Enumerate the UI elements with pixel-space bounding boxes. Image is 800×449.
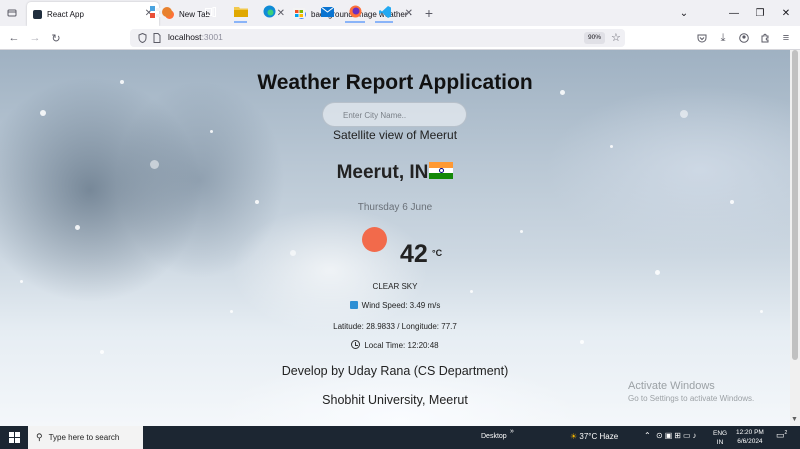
close-tab-icon[interactable]: ✕ xyxy=(405,9,413,19)
language-code: ENG xyxy=(713,430,728,437)
snowflake xyxy=(290,250,296,256)
satellite-view-link[interactable]: Satellite view of Meerut xyxy=(0,128,790,142)
haze-weather-icon: ☀ xyxy=(570,432,578,441)
firefox-running-indicator xyxy=(345,21,365,23)
snowflake xyxy=(680,110,688,118)
desktop-label[interactable]: Desktop xyxy=(481,433,507,440)
tab-react-app[interactable]: React App ✕ xyxy=(27,2,159,26)
notification-count: 2 xyxy=(784,430,788,436)
taskbar-search-text: Type here to search xyxy=(48,433,120,442)
file-explorer-running-indicator xyxy=(234,21,247,23)
close-tab-icon[interactable]: ✕ xyxy=(277,9,285,19)
firefox-icon[interactable] xyxy=(348,4,363,19)
wind-speed-text: Wind Speed: 3.49 m/s xyxy=(361,301,441,310)
developer-credit: Develop by Uday Rana (CS Department) xyxy=(281,364,509,378)
snowflake xyxy=(75,225,80,230)
date-text: Thursday 6 June xyxy=(357,202,433,213)
tab-list-icon xyxy=(7,9,17,17)
weather-text: 37°C Haze xyxy=(579,432,619,441)
taskbar-search-box[interactable]: ⚲ Type here to search xyxy=(28,426,143,449)
watermark-title: Activate Windows xyxy=(628,380,715,392)
snowflake xyxy=(230,310,233,313)
search-icon: ⚲ xyxy=(36,432,43,442)
edge-browser-icon[interactable] xyxy=(262,4,277,19)
zoom-level-badge[interactable]: 90% xyxy=(584,32,606,44)
navigation-bar: ← → ↻ localhost:3001 90% ☆ ⤓ ≡ xyxy=(0,26,800,50)
temperature-value: 42 xyxy=(400,240,428,268)
downloads-icon[interactable]: ⤓ xyxy=(716,31,730,45)
notification-icon: ▭ xyxy=(776,430,785,440)
city-name: Meerut, IN xyxy=(336,162,429,183)
local-time-text: Local Time: 12:20:48 xyxy=(364,341,439,350)
snowflake xyxy=(520,230,523,233)
restore-button[interactable]: ❐ xyxy=(748,0,772,26)
url-text[interactable]: localhost:3001 xyxy=(168,32,223,42)
close-window-button[interactable]: ✕ xyxy=(774,0,798,26)
local-time: Local Time: 12:20:48 xyxy=(0,340,790,350)
snowflake xyxy=(100,350,104,354)
tray-system-icons[interactable]: ⊙▣⊞▭♪ xyxy=(656,431,699,440)
shield-icon[interactable] xyxy=(138,33,147,43)
task-view-icon[interactable] xyxy=(203,4,218,19)
pocket-icon[interactable] xyxy=(695,31,709,45)
lat-lon-text: Latitude: 28.9833 / Longitude: 77.7 xyxy=(333,322,457,331)
back-button[interactable]: ← xyxy=(7,31,21,45)
clock[interactable]: 12:20 PM 6/6/2024 xyxy=(736,428,764,446)
snowflake xyxy=(760,310,763,313)
language-indicator[interactable]: ENG IN xyxy=(713,429,727,447)
tab-list-button[interactable] xyxy=(0,0,24,26)
mail-icon[interactable] xyxy=(320,4,335,19)
vscode-running-indicator xyxy=(375,21,393,23)
microsoft-store-icon[interactable] xyxy=(291,4,306,19)
sun-icon xyxy=(362,227,387,252)
url-bar[interactable]: localhost:3001 90% ☆ xyxy=(130,29,625,47)
weather-condition: CLEAR SKY xyxy=(372,282,418,291)
show-hidden-icons-icon[interactable]: ⌃ xyxy=(644,431,651,440)
file-explorer-icon[interactable] xyxy=(233,4,248,19)
wind-icon xyxy=(349,301,358,309)
new-tab-button[interactable]: + xyxy=(419,0,439,26)
temperature-unit: °C xyxy=(432,248,443,258)
list-all-tabs-button[interactable]: ⌄ xyxy=(672,0,696,26)
city-search-input[interactable] xyxy=(343,108,461,122)
snowflake xyxy=(655,270,660,275)
page-scrollbar[interactable]: ▼ xyxy=(790,50,800,426)
vscode-icon[interactable] xyxy=(377,4,392,19)
page-icon[interactable] xyxy=(153,33,161,43)
page-viewport: Weather Report Application Satellite vie… xyxy=(0,50,790,426)
clock-time: 12:20 PM xyxy=(736,429,764,436)
wind-speed: Wind Speed: 3.49 m/s xyxy=(0,301,790,310)
watermark-subtitle: Go to Settings to activate Windows. xyxy=(628,394,755,403)
snowflake xyxy=(610,145,613,148)
app-title: Weather Report Application xyxy=(257,71,533,94)
activate-windows-watermark: Activate Windows Go to Settings to activ… xyxy=(628,380,754,403)
search-highlight-icon[interactable] xyxy=(150,4,172,19)
scroll-down-arrow-icon[interactable]: ▼ xyxy=(791,416,798,423)
react-favicon-icon xyxy=(33,9,42,19)
city-heading: Meerut, IN xyxy=(0,162,790,184)
notification-center-button[interactable]: ▭2 xyxy=(776,430,787,441)
menu-icon[interactable]: ≡ xyxy=(779,31,793,45)
weather-widget[interactable]: ☀ 37°C Haze xyxy=(570,432,618,441)
url-host: localhost xyxy=(168,32,202,42)
url-port: :3001 xyxy=(201,32,223,42)
scrollbar-thumb[interactable] xyxy=(792,50,798,360)
region-code: IN xyxy=(716,439,724,446)
desktop-chevron-icon[interactable]: » xyxy=(510,428,514,435)
india-flag-icon xyxy=(429,162,454,179)
windows-logo-icon xyxy=(8,432,20,443)
snowflake xyxy=(40,110,46,116)
forward-button[interactable]: → xyxy=(28,31,42,45)
start-button[interactable] xyxy=(0,426,28,449)
extensions-icon[interactable] xyxy=(758,31,772,45)
tab-label: React App xyxy=(47,9,84,19)
city-search-box[interactable] xyxy=(322,102,467,127)
minimize-button[interactable]: — xyxy=(722,0,746,26)
account-icon[interactable] xyxy=(737,31,751,45)
clock-icon xyxy=(351,340,361,349)
clock-date: 6/6/2024 xyxy=(737,438,763,445)
bookmark-star-icon[interactable]: ☆ xyxy=(611,31,621,44)
reload-button[interactable]: ↻ xyxy=(49,31,63,45)
